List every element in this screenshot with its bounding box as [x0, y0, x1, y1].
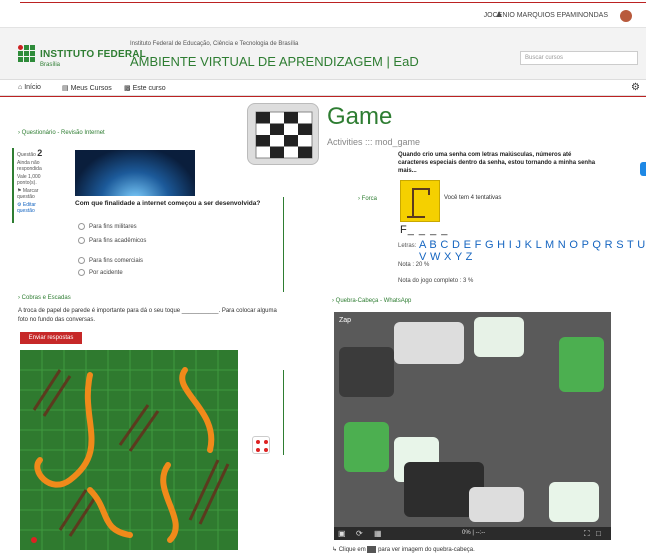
side-panel-toggle[interactable] — [640, 162, 646, 176]
game-checkerboard-icon — [247, 103, 319, 165]
snakes-ladders-link[interactable]: › Cobras e Escadas — [18, 295, 71, 301]
option-radio[interactable]: Por acidente — [78, 269, 123, 276]
flag-question-link[interactable]: ⚑ Marcar questão — [17, 188, 52, 200]
puzzle-hint: ↳ Clique em para ver imagem do quebra-ca… — [332, 546, 475, 554]
nav-my-courses[interactable]: ▤ Meus Cursos — [62, 84, 112, 92]
divider — [0, 96, 646, 97]
user-name[interactable]: JOCENIO MARQUIOS EPAMINONDAS — [484, 12, 608, 19]
hangman-hint: Quando crio uma senha com letras maiúscu… — [398, 152, 596, 174]
board-graphic — [20, 350, 238, 550]
puzzle-piece[interactable] — [394, 322, 464, 364]
dice-icon[interactable] — [252, 436, 270, 454]
puzzle-piece[interactable] — [339, 347, 394, 397]
puzzle-piece[interactable] — [469, 487, 524, 522]
question-text: Com que finalidade a internet começou a … — [75, 200, 261, 207]
hangman-link[interactable]: › Forca — [358, 196, 377, 202]
fullscreen-icon[interactable]: ⛶ — [584, 529, 590, 539]
puzzle-piece[interactable] — [549, 482, 599, 522]
game-subtitle: Activities ::: mod_game — [327, 137, 421, 147]
image-icon[interactable] — [367, 546, 377, 553]
divider — [283, 197, 284, 292]
puzzle-link[interactable]: › Quebra-Cabeça - WhatsApp — [332, 298, 411, 304]
courses-icon: ▤ — [62, 85, 71, 92]
puzzle-progress: 0% | --:-- — [462, 530, 486, 536]
letters-label: Letras: — [398, 243, 417, 249]
checkerboard-graphic — [255, 111, 313, 159]
site-title: AMBIENTE VIRTUAL DE APRENDIZAGEM | EaD — [130, 54, 419, 69]
divider — [283, 370, 284, 455]
if-logo-icon[interactable] — [18, 45, 36, 67]
puzzle-piece[interactable] — [344, 422, 389, 472]
image-icon[interactable]: ▣ — [338, 529, 346, 538]
nav-home[interactable]: ⌂ Início — [18, 84, 41, 91]
shuffle-icon[interactable]: ⟳ — [356, 529, 363, 538]
option-radio[interactable]: Para fins acadêmicos — [78, 237, 146, 244]
quiz-link[interactable]: › Questionário - Revisão Internet — [18, 130, 105, 136]
arrow-icon: ↳ — [332, 547, 338, 554]
fill-blank-text: A troca de papel de parede é importante … — [18, 308, 277, 323]
total-score-text: Nota do jogo completo : 3 % — [398, 278, 474, 284]
puzzle-piece[interactable] — [559, 337, 604, 392]
hangman-word: F_ _ _ _ — [400, 224, 449, 236]
puzzle-board[interactable] — [334, 312, 611, 540]
send-answers-button[interactable]: Enviar respostas — [20, 332, 82, 344]
puzzle-piece[interactable] — [474, 317, 524, 357]
question-info: Questão 2 Ainda não respondida Vale 1,00… — [12, 148, 52, 223]
letter-buttons[interactable]: A B C D E F G H I J K L M N O P Q R S T … — [419, 239, 646, 263]
internet-globe-image — [75, 150, 195, 196]
puzzle-label: Zap — [339, 317, 352, 324]
chart-icon: ▩ — [124, 85, 133, 92]
grid-icon[interactable]: ▦ — [374, 529, 382, 538]
institution-name: Instituto Federal de Educação, Ciência e… — [130, 41, 299, 47]
edit-question-link[interactable]: ⚙ Editar questão — [17, 202, 52, 214]
game-title: Game — [327, 103, 393, 130]
option-radio[interactable]: Para fins militares — [78, 223, 137, 230]
search-input[interactable]: Buscar cursos — [520, 51, 638, 65]
logo-subtitle: Brasília — [40, 62, 61, 68]
nav-this-course[interactable]: ▩ Este curso — [124, 84, 166, 92]
avatar[interactable] — [620, 10, 632, 22]
gallows-image — [400, 180, 440, 222]
score-text: Nota : 20 % — [398, 262, 430, 268]
option-radio[interactable]: Para fins comerciais — [78, 257, 143, 264]
gear-icon[interactable]: ⚙ — [631, 82, 640, 93]
attempts-text: Você tem 4 tentativas — [444, 195, 502, 201]
gallows-graphic — [407, 188, 430, 218]
expand-icon[interactable]: □ — [596, 529, 601, 538]
snakes-ladders-board[interactable] — [20, 350, 238, 550]
